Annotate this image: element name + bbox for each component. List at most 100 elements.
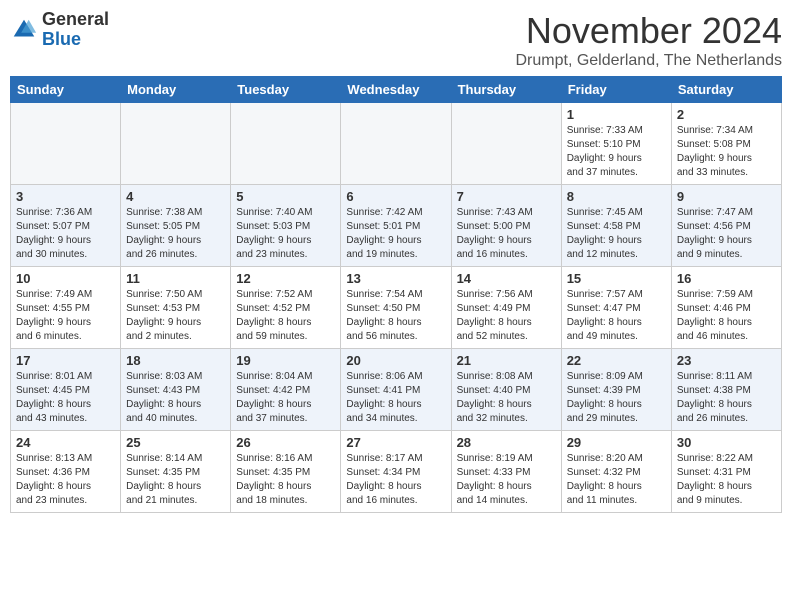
- day-number: 29: [567, 435, 666, 450]
- day-info: Sunrise: 7:40 AM Sunset: 5:03 PM Dayligh…: [236, 206, 335, 262]
- day-number: 4: [126, 189, 225, 204]
- day-info: Sunrise: 8:04 AM Sunset: 4:42 PM Dayligh…: [236, 370, 335, 426]
- calendar-cell: 5Sunrise: 7:40 AM Sunset: 5:03 PM Daylig…: [231, 185, 341, 267]
- day-info: Sunrise: 8:20 AM Sunset: 4:32 PM Dayligh…: [567, 452, 666, 508]
- day-info: Sunrise: 8:13 AM Sunset: 4:36 PM Dayligh…: [16, 452, 115, 508]
- calendar-cell: [121, 103, 231, 185]
- weekday-header-saturday: Saturday: [671, 77, 781, 103]
- calendar-cell: 29 Sunrise: 8:20 AM Sunset: 4:32 PM Dayli…: [561, 431, 671, 513]
- weekday-header-friday: Friday: [561, 77, 671, 103]
- day-number: 21: [457, 353, 556, 368]
- day-info: Sunrise: 7:54 AM Sunset: 4:50 PM Dayligh…: [346, 288, 445, 344]
- calendar-cell: 22 Sunrise: 8:09 AM Sunset: 4:39 PM Dayli…: [561, 349, 671, 431]
- day-info: Sunrise: 7:57 AM Sunset: 4:47 PM Dayligh…: [567, 288, 666, 344]
- calendar-cell: 21 Sunrise: 8:08 AM Sunset: 4:40 PM Dayli…: [451, 349, 561, 431]
- calendar-week-5: 24 Sunrise: 8:13 AM Sunset: 4:36 PM Dayli…: [11, 431, 782, 513]
- day-number: 22: [567, 353, 666, 368]
- day-info: Sunrise: 8:09 AM Sunset: 4:39 PM Dayligh…: [567, 370, 666, 426]
- day-number: 20: [346, 353, 445, 368]
- day-number: 3: [16, 189, 115, 204]
- calendar-cell: 13 Sunrise: 7:54 AM Sunset: 4:50 PM Dayli…: [341, 267, 451, 349]
- calendar-week-3: 10Sunrise: 7:49 AM Sunset: 4:55 PM Dayli…: [11, 267, 782, 349]
- calendar-cell: [451, 103, 561, 185]
- day-number: 24: [16, 435, 115, 450]
- day-number: 16: [677, 271, 776, 286]
- calendar-cell: 11 Sunrise: 7:50 AM Sunset: 4:53 PM Dayli…: [121, 267, 231, 349]
- calendar-cell: [231, 103, 341, 185]
- day-number: 19: [236, 353, 335, 368]
- calendar-cell: 23 Sunrise: 8:11 AM Sunset: 4:38 PM Dayli…: [671, 349, 781, 431]
- title-area: November 2024 Drumpt, Gelderland, The Ne…: [515, 10, 782, 70]
- day-info: Sunrise: 8:03 AM Sunset: 4:43 PM Dayligh…: [126, 370, 225, 426]
- day-info: Sunrise: 7:42 AM Sunset: 5:01 PM Dayligh…: [346, 206, 445, 262]
- month-title: November 2024: [515, 10, 782, 52]
- logo-general: General: [42, 9, 109, 29]
- day-number: 1: [567, 107, 666, 122]
- day-info: Sunrise: 7:38 AM Sunset: 5:05 PM Dayligh…: [126, 206, 225, 262]
- calendar-cell: 10Sunrise: 7:49 AM Sunset: 4:55 PM Dayli…: [11, 267, 121, 349]
- calendar-cell: 4 Sunrise: 7:38 AM Sunset: 5:05 PM Daylig…: [121, 185, 231, 267]
- day-number: 14: [457, 271, 556, 286]
- day-number: 27: [346, 435, 445, 450]
- calendar-cell: 26 Sunrise: 8:16 AM Sunset: 4:35 PM Dayli…: [231, 431, 341, 513]
- page-header: General Blue November 2024 Drumpt, Gelde…: [10, 10, 782, 70]
- calendar-cell: 17 Sunrise: 8:01 AM Sunset: 4:45 PM Dayli…: [11, 349, 121, 431]
- calendar-cell: 6 Sunrise: 7:42 AM Sunset: 5:01 PM Daylig…: [341, 185, 451, 267]
- day-info: Sunrise: 8:14 AM Sunset: 4:35 PM Dayligh…: [126, 452, 225, 508]
- calendar-cell: 15Sunrise: 7:57 AM Sunset: 4:47 PM Dayli…: [561, 267, 671, 349]
- day-info: Sunrise: 8:19 AM Sunset: 4:33 PM Dayligh…: [457, 452, 556, 508]
- logo: General Blue: [10, 10, 109, 50]
- calendar-cell: 2 Sunrise: 7:34 AM Sunset: 5:08 PM Daylig…: [671, 103, 781, 185]
- calendar-cell: 16 Sunrise: 7:59 AM Sunset: 4:46 PM Dayli…: [671, 267, 781, 349]
- day-info: Sunrise: 8:11 AM Sunset: 4:38 PM Dayligh…: [677, 370, 776, 426]
- day-number: 7: [457, 189, 556, 204]
- day-number: 23: [677, 353, 776, 368]
- day-info: Sunrise: 7:33 AM Sunset: 5:10 PM Dayligh…: [567, 124, 666, 180]
- logo-text: General Blue: [42, 10, 109, 50]
- day-number: 11: [126, 271, 225, 286]
- calendar-week-2: 3 Sunrise: 7:36 AM Sunset: 5:07 PM Daylig…: [11, 185, 782, 267]
- day-number: 13: [346, 271, 445, 286]
- calendar-week-4: 17 Sunrise: 8:01 AM Sunset: 4:45 PM Dayli…: [11, 349, 782, 431]
- day-info: Sunrise: 7:52 AM Sunset: 4:52 PM Dayligh…: [236, 288, 335, 344]
- day-number: 28: [457, 435, 556, 450]
- day-number: 26: [236, 435, 335, 450]
- weekday-header-thursday: Thursday: [451, 77, 561, 103]
- calendar-cell: 28 Sunrise: 8:19 AM Sunset: 4:33 PM Dayli…: [451, 431, 561, 513]
- calendar-week-1: 1 Sunrise: 7:33 AM Sunset: 5:10 PM Daylig…: [11, 103, 782, 185]
- day-info: Sunrise: 7:50 AM Sunset: 4:53 PM Dayligh…: [126, 288, 225, 344]
- calendar-cell: 24 Sunrise: 8:13 AM Sunset: 4:36 PM Dayli…: [11, 431, 121, 513]
- day-info: Sunrise: 8:01 AM Sunset: 4:45 PM Dayligh…: [16, 370, 115, 426]
- day-info: Sunrise: 8:08 AM Sunset: 4:40 PM Dayligh…: [457, 370, 556, 426]
- calendar-cell: 20 Sunrise: 8:06 AM Sunset: 4:41 PM Dayli…: [341, 349, 451, 431]
- day-number: 17: [16, 353, 115, 368]
- day-info: Sunrise: 7:36 AM Sunset: 5:07 PM Dayligh…: [16, 206, 115, 262]
- day-info: Sunrise: 7:59 AM Sunset: 4:46 PM Dayligh…: [677, 288, 776, 344]
- location-subtitle: Drumpt, Gelderland, The Netherlands: [515, 52, 782, 70]
- day-info: Sunrise: 7:47 AM Sunset: 4:56 PM Dayligh…: [677, 206, 776, 262]
- day-number: 6: [346, 189, 445, 204]
- weekday-header-wednesday: Wednesday: [341, 77, 451, 103]
- logo-icon: [10, 16, 38, 44]
- day-info: Sunrise: 7:49 AM Sunset: 4:55 PM Dayligh…: [16, 288, 115, 344]
- calendar-cell: 8Sunrise: 7:45 AM Sunset: 4:58 PM Daylig…: [561, 185, 671, 267]
- calendar-cell: 7Sunrise: 7:43 AM Sunset: 5:00 PM Daylig…: [451, 185, 561, 267]
- calendar-cell: 30 Sunrise: 8:22 AM Sunset: 4:31 PM Dayli…: [671, 431, 781, 513]
- day-info: Sunrise: 7:34 AM Sunset: 5:08 PM Dayligh…: [677, 124, 776, 180]
- day-info: Sunrise: 8:06 AM Sunset: 4:41 PM Dayligh…: [346, 370, 445, 426]
- day-number: 2: [677, 107, 776, 122]
- calendar-cell: 25Sunrise: 8:14 AM Sunset: 4:35 PM Dayli…: [121, 431, 231, 513]
- calendar-cell: [341, 103, 451, 185]
- day-number: 30: [677, 435, 776, 450]
- calendar-cell: 14 Sunrise: 7:56 AM Sunset: 4:49 PM Dayli…: [451, 267, 561, 349]
- header-row: SundayMondayTuesdayWednesdayThursdayFrid…: [11, 77, 782, 103]
- day-number: 8: [567, 189, 666, 204]
- weekday-header-monday: Monday: [121, 77, 231, 103]
- day-info: Sunrise: 7:56 AM Sunset: 4:49 PM Dayligh…: [457, 288, 556, 344]
- weekday-header-tuesday: Tuesday: [231, 77, 341, 103]
- calendar-cell: 27Sunrise: 8:17 AM Sunset: 4:34 PM Dayli…: [341, 431, 451, 513]
- day-number: 12: [236, 271, 335, 286]
- calendar-cell: [11, 103, 121, 185]
- day-info: Sunrise: 8:22 AM Sunset: 4:31 PM Dayligh…: [677, 452, 776, 508]
- day-info: Sunrise: 8:16 AM Sunset: 4:35 PM Dayligh…: [236, 452, 335, 508]
